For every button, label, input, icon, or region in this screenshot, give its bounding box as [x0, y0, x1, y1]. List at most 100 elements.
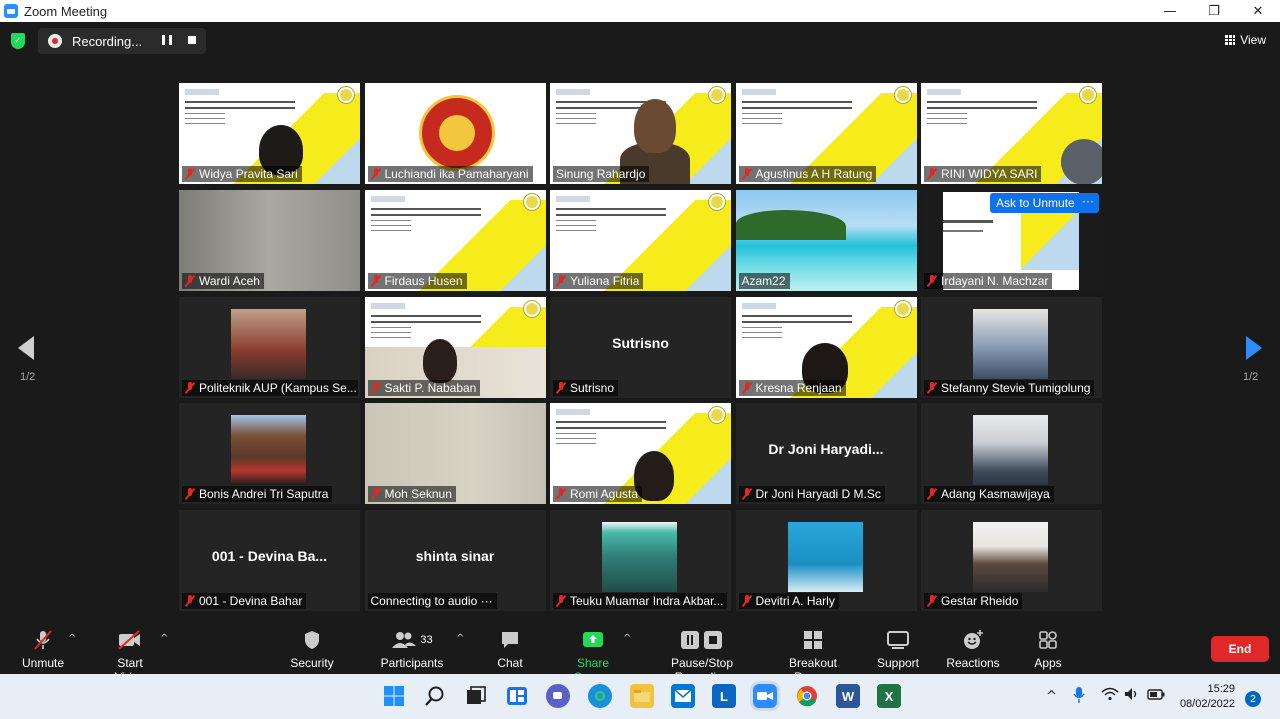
- more-options-button[interactable]: ···: [1077, 193, 1099, 213]
- recording-dot-icon: [48, 34, 62, 48]
- notification-count-badge[interactable]: 2: [1245, 691, 1261, 707]
- participant-tile[interactable]: Devitri A. Harly: [735, 510, 917, 611]
- muted-mic-icon: [371, 381, 381, 394]
- minimize-button[interactable]: —: [1148, 0, 1192, 22]
- linkedin-letter-icon[interactable]: L: [712, 684, 736, 708]
- participant-tile[interactable]: Adang Kasmawijaya: [921, 403, 1102, 505]
- excel-icon[interactable]: X: [877, 684, 901, 708]
- grid-icon: [1225, 35, 1236, 45]
- system-clock[interactable]: 15:29 08/02/2022: [1177, 682, 1235, 712]
- window-title: Zoom Meeting: [24, 3, 108, 19]
- chrome-browser-icon[interactable]: [795, 684, 819, 708]
- unmute-button[interactable]: Unmute: [22, 629, 64, 670]
- close-button[interactable]: ✕: [1236, 0, 1280, 22]
- participant-name: Kresna Renjaan: [738, 379, 846, 396]
- share-options-caret-icon[interactable]: ^: [623, 633, 631, 644]
- participant-tile-active-speaker[interactable]: Sinung Rahardjo: [550, 83, 731, 184]
- muted-mic-icon: [185, 595, 195, 607]
- breakout-rooms-icon: [802, 629, 824, 651]
- show-hidden-icons-chevron-icon[interactable]: ^: [1046, 689, 1057, 704]
- meeting-toolbar: Unmute ^ Start Video ^ Security 33 Parti…: [0, 623, 1280, 684]
- pause-recording-icon[interactable]: [162, 35, 172, 45]
- meeting-topbar: ✓ Recording... View: [0, 22, 1280, 60]
- participant-tile[interactable]: Sutrisno Sutrisno: [550, 296, 731, 398]
- participant-name: Politeknik AUP (Kampus Se...: [182, 379, 358, 396]
- participant-tile[interactable]: Agustinus A H Ratung: [735, 83, 917, 184]
- participant-tile[interactable]: Romi Agusta: [550, 403, 731, 505]
- apps-icon: [1037, 629, 1059, 651]
- window-controls: — ❐ ✕: [1148, 0, 1280, 22]
- participant-tile[interactable]: Gestar Rheido: [921, 510, 1102, 611]
- participant-tile[interactable]: 001 - Devina Ba... 001 - Devina Bahar: [179, 510, 360, 611]
- zoom-taskbar-icon[interactable]: [753, 684, 777, 708]
- widgets-icon[interactable]: [505, 684, 529, 708]
- speaker-icon[interactable]: [1124, 687, 1140, 705]
- zoom-app-icon: [4, 4, 18, 18]
- video-options-caret-icon[interactable]: ^: [160, 633, 168, 644]
- page-indicator-left: 1/2: [20, 371, 36, 383]
- participant-display-name: 001 - Devina Ba...: [211, 548, 328, 564]
- reactions-button[interactable]: Reactions: [946, 629, 1000, 670]
- participant-tile[interactable]: Azam22: [735, 189, 917, 291]
- microphone-tray-icon[interactable]: [1073, 686, 1085, 708]
- participant-tile[interactable]: Widya Pravita Sari: [179, 83, 360, 184]
- participant-tile[interactable]: Luchiandi ika Pamaharyani: [364, 83, 546, 184]
- stop-recording-icon[interactable]: [188, 36, 196, 44]
- word-icon[interactable]: W: [836, 684, 860, 708]
- windows-start-icon[interactable]: [382, 684, 406, 708]
- participant-name: Firdaus Husen: [367, 272, 467, 289]
- participant-tile[interactable]: Kresna Renjaan: [735, 296, 917, 398]
- file-explorer-icon[interactable]: [630, 684, 654, 708]
- battery-icon[interactable]: [1147, 689, 1165, 704]
- participant-name-connecting: Connecting to audio ···: [367, 593, 497, 609]
- end-meeting-button[interactable]: End: [1211, 636, 1269, 662]
- support-label: Support: [876, 656, 920, 670]
- participant-tile[interactable]: Firdaus Husen: [364, 189, 546, 291]
- participant-name: Bonis Andrei Tri Saputra: [182, 486, 333, 503]
- participant-tile[interactable]: Politeknik AUP (Kampus Se...: [179, 296, 360, 398]
- support-button[interactable]: Support: [877, 629, 919, 670]
- audio-options-caret-icon[interactable]: ^: [68, 633, 76, 644]
- task-view-icon[interactable]: [464, 684, 488, 708]
- previous-page-arrow-icon[interactable]: [18, 336, 34, 360]
- search-icon[interactable]: [423, 684, 447, 708]
- next-page-arrow-icon[interactable]: [1246, 336, 1262, 360]
- recording-label: Recording...: [72, 33, 143, 49]
- participant-tile[interactable]: Moh Seknun: [364, 403, 546, 505]
- mail-icon[interactable]: [671, 684, 695, 708]
- view-button[interactable]: View: [1225, 33, 1266, 47]
- muted-mic-icon: [185, 274, 195, 287]
- muted-mic-icon: [556, 595, 566, 607]
- participant-tile[interactable]: Dr Joni Haryadi... Dr Joni Haryadi D M.S…: [735, 403, 917, 505]
- participants-icon: 33: [391, 629, 433, 651]
- participant-tile[interactable]: Stefanny Stevie Tumigolung: [921, 296, 1102, 398]
- maximize-button[interactable]: ❐: [1192, 0, 1236, 22]
- participant-name: Irdayani N. Machzar: [924, 272, 1053, 289]
- muted-mic-icon: [742, 168, 752, 180]
- participant-tile[interactable]: RINI WIDYA SARI: [921, 83, 1102, 184]
- participant-tile[interactable]: Wardi Aceh: [179, 189, 360, 291]
- participant-tile[interactable]: Sakti P. Nababan: [364, 296, 546, 398]
- wifi-icon[interactable]: [1101, 687, 1119, 705]
- teams-chat-icon[interactable]: [546, 684, 570, 708]
- windows-taskbar: L W X ^ 15:29 08/02/2022 2: [0, 674, 1280, 719]
- participant-tile[interactable]: Yuliana Fitria: [550, 189, 731, 291]
- edge-browser-icon[interactable]: [588, 684, 612, 708]
- chat-bubble-icon: [499, 629, 521, 651]
- chat-button[interactable]: Chat: [494, 629, 526, 670]
- participant-photo-avatar: [787, 522, 863, 592]
- apps-button[interactable]: Apps: [1033, 629, 1063, 670]
- clock-date: 08/02/2022: [1179, 698, 1235, 710]
- ask-to-unmute-button[interactable]: Ask to Unmute: [990, 193, 1081, 213]
- muted-mic-icon: [927, 274, 937, 287]
- participant-name: Luchiandi ika Pamaharyani: [367, 166, 533, 182]
- participants-options-caret-icon[interactable]: ^: [456, 633, 464, 644]
- participants-button[interactable]: 33 Participants: [381, 629, 443, 670]
- security-button[interactable]: Security: [290, 629, 334, 670]
- participant-tile[interactable]: Bonis Andrei Tri Saputra: [179, 403, 360, 505]
- encryption-shield-icon[interactable]: ✓: [11, 33, 25, 49]
- participant-tile[interactable]: shinta sinar Connecting to audio ···: [364, 510, 546, 611]
- participants-count: 33: [420, 634, 433, 646]
- participant-photo-avatar: [973, 522, 1048, 592]
- participant-tile[interactable]: Teuku Muamar Indra Akbar...: [550, 510, 731, 611]
